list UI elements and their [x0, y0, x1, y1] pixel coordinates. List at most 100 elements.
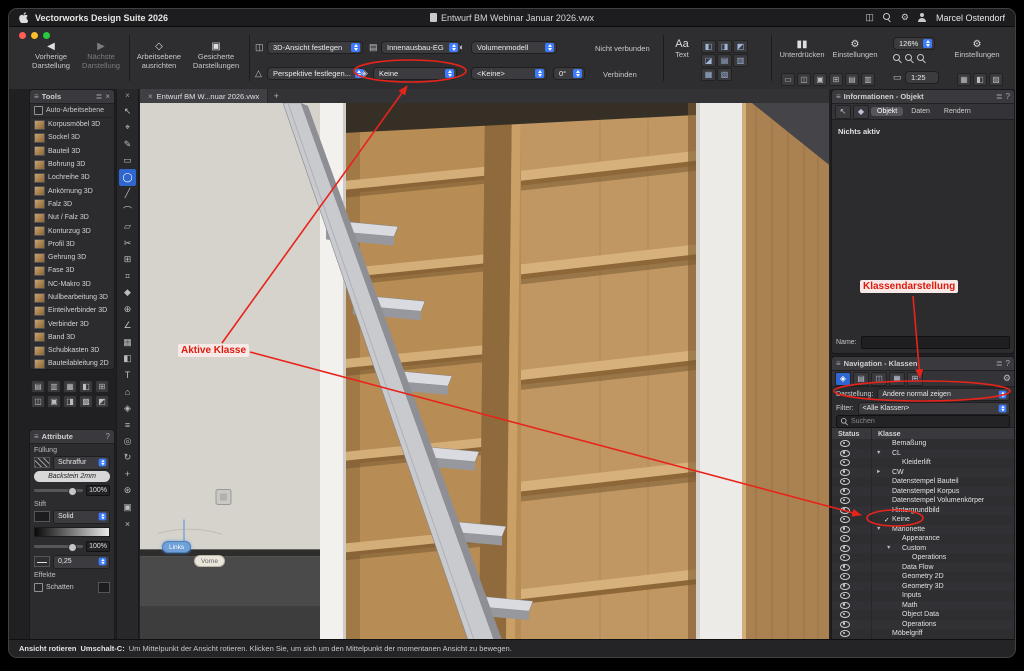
- strip-tool-button[interactable]: ×: [119, 516, 136, 533]
- visibility-eye-icon[interactable]: [840, 497, 850, 504]
- toolbar-sub-icon[interactable]: ◫: [797, 73, 811, 86]
- class-visibility-cell[interactable]: [832, 534, 872, 544]
- perspective-dropdown[interactable]: Perspektive festlegen...: [267, 67, 363, 80]
- fill-type-dropdown[interactable]: Schraffur: [53, 456, 110, 470]
- pen-opacity-value[interactable]: 100%: [86, 541, 110, 552]
- shadow-color-swatch[interactable]: [98, 582, 110, 593]
- class-visibility-cell[interactable]: [832, 582, 872, 592]
- tool-item[interactable]: Konturzug 3D: [30, 224, 114, 237]
- close-tab-icon[interactable]: ×: [148, 92, 153, 101]
- user-name[interactable]: Marcel Ostendorf: [936, 13, 1005, 23]
- class-visibility-cell[interactable]: [832, 515, 872, 525]
- toolbar-sub-icon[interactable]: ▥: [861, 73, 875, 86]
- fill-swatch[interactable]: [34, 457, 50, 468]
- toolbar-sub-icon[interactable]: ▨: [989, 73, 1003, 86]
- toolbar-sub-icon[interactable]: ⊞: [829, 73, 843, 86]
- visibility-eye-icon[interactable]: [840, 469, 850, 476]
- class-row[interactable]: ▼ Marionette: [832, 525, 1014, 535]
- strip-tool-button[interactable]: T: [119, 367, 136, 384]
- strip-tool-button[interactable]: ◆: [119, 285, 136, 302]
- visibility-eye-icon[interactable]: [840, 478, 850, 485]
- strip-tool-button[interactable]: ▣: [119, 499, 136, 516]
- visibility-eye-icon[interactable]: [840, 545, 850, 552]
- strip-tool-button[interactable]: ◈: [119, 400, 136, 417]
- tool-item[interactable]: Fase 3D: [30, 264, 114, 277]
- class-row[interactable]: Möbelgriff: [832, 629, 1014, 639]
- menu-icon[interactable]: ≡: [34, 432, 39, 441]
- class-visibility-cell[interactable]: [832, 525, 872, 535]
- class-row[interactable]: Object Data: [832, 610, 1014, 620]
- nav-widget-front-pill[interactable]: Vorne: [194, 555, 225, 567]
- visibility-eye-icon[interactable]: [840, 507, 850, 514]
- align-working-plane-button[interactable]: ◇ Arbeitsebene ausrichten: [133, 41, 185, 70]
- navigation-mode-icon[interactable]: ▦: [889, 372, 905, 386]
- fill-style-button[interactable]: Backstein 2mm: [34, 471, 110, 482]
- options-icon[interactable]: ≣: [996, 92, 1003, 101]
- class-row[interactable]: ✓ Keine: [832, 515, 1014, 525]
- class-row[interactable]: Geometry 2D: [832, 572, 1014, 582]
- class-visibility-cell[interactable]: [832, 458, 872, 468]
- class-row[interactable]: Datenstempel Bauteil: [832, 477, 1014, 487]
- tool-item[interactable]: Ankörnung 3D: [30, 184, 114, 197]
- class-visibility-cell[interactable]: [832, 629, 872, 639]
- text-tool-button[interactable]: Aa Text: [669, 39, 695, 59]
- mode-icon[interactable]: ▦: [701, 68, 716, 81]
- dock-icon[interactable]: ◨: [63, 395, 77, 408]
- line-weight-dropdown[interactable]: 0,25: [53, 555, 110, 569]
- class-visibility-cell[interactable]: [832, 601, 872, 611]
- toolbar-sub-icon[interactable]: ▤: [845, 73, 859, 86]
- strip-tool-button[interactable]: ✎: [119, 136, 136, 153]
- visibility-eye-icon[interactable]: [840, 583, 850, 590]
- class-visibility-cell[interactable]: [832, 487, 872, 497]
- info-tab-icon[interactable]: ↖: [835, 105, 851, 119]
- active-layer-dropdown[interactable]: Innenausbau-EG: [381, 41, 461, 54]
- strip-tool-button[interactable]: ∠: [119, 318, 136, 335]
- visibility-eye-icon[interactable]: [840, 592, 850, 599]
- tool-item[interactable]: NC-Makro 3D: [30, 278, 114, 291]
- class-row[interactable]: ► CW: [832, 468, 1014, 478]
- tool-item[interactable]: Bauteil 3D: [30, 145, 114, 158]
- class-visibility-cell[interactable]: [832, 620, 872, 630]
- visibility-eye-icon[interactable]: [840, 621, 850, 628]
- zoom-dropdown[interactable]: 126%: [893, 37, 935, 50]
- class-row[interactable]: Kleiderlift: [832, 458, 1014, 468]
- class-row[interactable]: Operations: [832, 553, 1014, 563]
- class-row[interactable]: Datenstempel Korpus: [832, 487, 1014, 497]
- help-icon[interactable]: ?: [106, 432, 110, 441]
- toolbar-sub-icon[interactable]: ▭: [781, 73, 795, 86]
- visibility-eye-icon[interactable]: [840, 573, 850, 580]
- auto-working-plane-checkbox[interactable]: [34, 106, 43, 115]
- app-name[interactable]: Vectorworks Design Suite 2026: [35, 13, 168, 23]
- class-row[interactable]: Geometry 3D: [832, 582, 1014, 592]
- render-style-dropdown[interactable]: <Keine>: [471, 67, 547, 80]
- dock-icon[interactable]: ◫: [31, 395, 45, 408]
- name-input[interactable]: [861, 336, 1010, 349]
- pen-opacity-slider[interactable]: [34, 545, 83, 548]
- class-visibility-cell[interactable]: [832, 506, 872, 516]
- apple-logo-icon[interactable]: [19, 12, 28, 23]
- zoom-in-icon[interactable]: [893, 54, 902, 64]
- tool-item[interactable]: Verbinder 3D: [30, 317, 114, 330]
- class-visibility-cell[interactable]: [832, 449, 872, 459]
- strip-tool-button[interactable]: ▭: [119, 153, 136, 170]
- visibility-eye-icon[interactable]: [840, 630, 850, 637]
- dock-icon[interactable]: ▦: [63, 380, 77, 393]
- class-row[interactable]: Hintergrundbild: [832, 506, 1014, 516]
- tool-item[interactable]: Profil 3D: [30, 238, 114, 251]
- mode-icon[interactable]: ▤: [717, 54, 732, 67]
- mode-icon[interactable]: ◩: [733, 40, 748, 53]
- strip-tool-button[interactable]: ✂: [119, 235, 136, 252]
- pen-gradient-bar[interactable]: [34, 527, 110, 537]
- class-visibility-cell[interactable]: [832, 468, 872, 478]
- attributes-palette-header[interactable]: ≡ Attribute ?: [30, 430, 114, 444]
- tab-objekt[interactable]: Objekt: [871, 107, 903, 116]
- minimize-window-button[interactable]: [31, 32, 38, 39]
- visibility-eye-icon[interactable]: [840, 602, 850, 609]
- class-row[interactable]: Bemaßung: [832, 439, 1014, 449]
- class-visibility-cell[interactable]: [832, 572, 872, 582]
- connect-action[interactable]: Verbinden: [603, 70, 637, 79]
- visibility-eye-icon[interactable]: [840, 440, 850, 447]
- fill-opacity-value[interactable]: 100%: [86, 485, 110, 496]
- display-icon[interactable]: ◫: [865, 12, 874, 23]
- navigation-mode-icon[interactable]: ◫: [871, 372, 887, 386]
